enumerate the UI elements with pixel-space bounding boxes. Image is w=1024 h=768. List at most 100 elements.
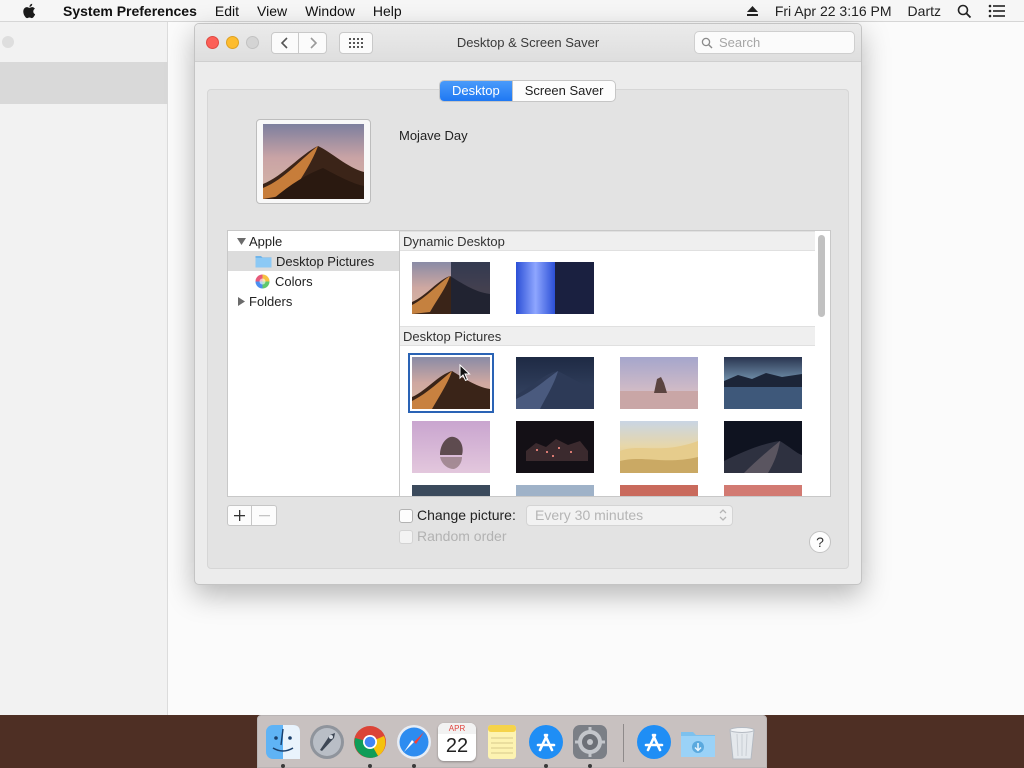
help-button[interactable]: ?	[809, 531, 831, 553]
wallpaper-thumb-mojave-dynamic[interactable]	[412, 262, 490, 314]
running-indicator	[412, 764, 416, 768]
change-interval-popup: Every 30 minutes	[526, 505, 733, 526]
title-bar[interactable]: Desktop & Screen Saver	[195, 24, 861, 62]
menu-app-name[interactable]: System Preferences	[54, 3, 206, 19]
close-button[interactable]	[206, 36, 219, 49]
running-indicator	[281, 764, 285, 768]
dock: APR 22	[257, 715, 767, 768]
menu-view[interactable]: View	[248, 3, 296, 19]
menu-window[interactable]: Window	[296, 3, 364, 19]
wallpaper-thumb-pink-rock[interactable]	[412, 421, 490, 473]
launchpad-icon[interactable]	[308, 723, 346, 761]
background-window-sidebar	[0, 22, 168, 715]
wallpaper-thumb-mojave-day[interactable]	[408, 353, 494, 413]
app-store-icon[interactable]	[527, 723, 565, 761]
source-item-desktop-pictures[interactable]: Desktop Pictures	[228, 251, 399, 271]
wallpaper-thumb-solar-gradients[interactable]	[516, 262, 594, 314]
apple-menu-icon[interactable]	[18, 3, 40, 19]
grid-icon	[349, 38, 363, 48]
random-order-label: Random order	[417, 528, 507, 544]
wallpaper-thumb-row3-4[interactable]	[724, 485, 802, 497]
folder-icon	[255, 254, 272, 268]
popup-arrows-icon	[719, 509, 727, 521]
source-list: Apple Desktop Pictures Colors Folders	[227, 230, 399, 497]
calendar-day: 22	[445, 735, 469, 757]
search-input[interactable]	[719, 35, 839, 50]
chrome-icon[interactable]	[351, 723, 389, 761]
dock-separator	[623, 724, 624, 762]
remove-folder-button	[252, 505, 277, 526]
tab-screen-saver[interactable]: Screen Saver	[511, 81, 616, 101]
add-remove-folder-controls	[227, 505, 277, 526]
menu-help[interactable]: Help	[364, 3, 411, 19]
app-store-downloads-icon[interactable]	[635, 723, 673, 761]
tab-desktop[interactable]: Desktop	[440, 81, 512, 101]
source-group-label: Apple	[249, 233, 283, 249]
zoom-button	[246, 36, 259, 49]
source-group-label: Folders	[249, 293, 293, 309]
wallpaper-thumb-night-city[interactable]	[516, 421, 594, 473]
color-wheel-icon	[255, 274, 270, 289]
change-picture-checkbox[interactable]	[399, 509, 413, 523]
wallpaper-thumb-dark-dunes[interactable]	[724, 421, 802, 473]
wallpaper-thumb-sand-dunes-light[interactable]	[620, 421, 698, 473]
trash-icon[interactable]	[723, 723, 761, 761]
minus-icon	[258, 515, 270, 517]
spotlight-search-icon[interactable]	[949, 4, 980, 19]
change-interval-value: Every 30 minutes	[535, 507, 644, 523]
eject-icon[interactable]	[738, 5, 767, 17]
section-header-dynamic-desktop: Dynamic Desktop	[400, 231, 815, 251]
calendar-icon[interactable]: APR 22	[438, 723, 476, 761]
chevron-right-icon	[309, 37, 317, 49]
running-indicator	[368, 764, 372, 768]
disclosure-expanded-icon[interactable]	[236, 236, 246, 246]
forward-button[interactable]	[299, 32, 327, 54]
random-order-checkbox	[399, 530, 413, 544]
menu-edit[interactable]: Edit	[206, 3, 248, 19]
mouse-pointer-icon	[459, 364, 471, 382]
source-item-label: Desktop Pictures	[276, 253, 375, 269]
safari-icon[interactable]	[395, 723, 433, 761]
minimize-button[interactable]	[226, 36, 239, 49]
notes-icon[interactable]	[483, 723, 521, 761]
show-all-button[interactable]	[339, 32, 373, 54]
wallpaper-thumb-mojave-night[interactable]	[516, 357, 594, 409]
menubar-user[interactable]: Dartz	[900, 3, 949, 19]
running-indicator	[544, 764, 548, 768]
wallpaper-browser[interactable]: Dynamic Desktop Desktop Pictures	[399, 230, 831, 497]
wallpaper-thumb-rock-dusk[interactable]	[620, 357, 698, 409]
back-button[interactable]	[271, 32, 299, 54]
search-field[interactable]	[694, 31, 855, 54]
wallpaper-thumb-mountain-lake[interactable]	[724, 357, 802, 409]
change-picture-label: Change picture:	[417, 507, 516, 523]
running-indicator	[588, 764, 592, 768]
desktop-screensaver-window: Desktop & Screen Saver Desktop Screen Sa…	[194, 23, 862, 585]
chevron-left-icon	[280, 37, 288, 49]
wallpaper-thumb-row3-2[interactable]	[516, 485, 594, 497]
search-icon	[701, 37, 713, 49]
source-item-colors[interactable]: Colors	[228, 271, 399, 291]
source-group-folders[interactable]: Folders	[228, 291, 399, 311]
wallpaper-preview	[256, 119, 371, 204]
background-window-selection	[0, 62, 168, 104]
current-wallpaper-name: Mojave Day	[399, 128, 468, 143]
finder-icon[interactable]	[264, 723, 302, 761]
mojave-day-preview-image	[263, 124, 364, 199]
disclosure-collapsed-icon[interactable]	[236, 296, 246, 306]
menu-bar: System Preferences Edit View Window Help…	[0, 0, 1024, 22]
system-preferences-icon[interactable]	[571, 723, 609, 761]
add-folder-button[interactable]	[227, 505, 252, 526]
plus-icon	[234, 510, 245, 521]
wallpaper-thumb-row3-3[interactable]	[620, 485, 698, 497]
menubar-clock[interactable]: Fri Apr 22 3:16 PM	[767, 3, 900, 19]
section-header-desktop-pictures: Desktop Pictures	[400, 326, 815, 346]
wallpaper-thumb-row3-1[interactable]	[412, 485, 490, 497]
notification-center-icon[interactable]	[980, 4, 1014, 18]
browser-scrollbar[interactable]	[818, 235, 825, 317]
background-window-control	[2, 36, 14, 48]
tab-segmented-control: Desktop Screen Saver	[439, 80, 617, 102]
downloads-folder-icon[interactable]	[679, 723, 717, 761]
source-item-label: Colors	[275, 273, 313, 289]
source-group-apple[interactable]: Apple	[228, 231, 399, 251]
calendar-month: APR	[438, 723, 476, 734]
